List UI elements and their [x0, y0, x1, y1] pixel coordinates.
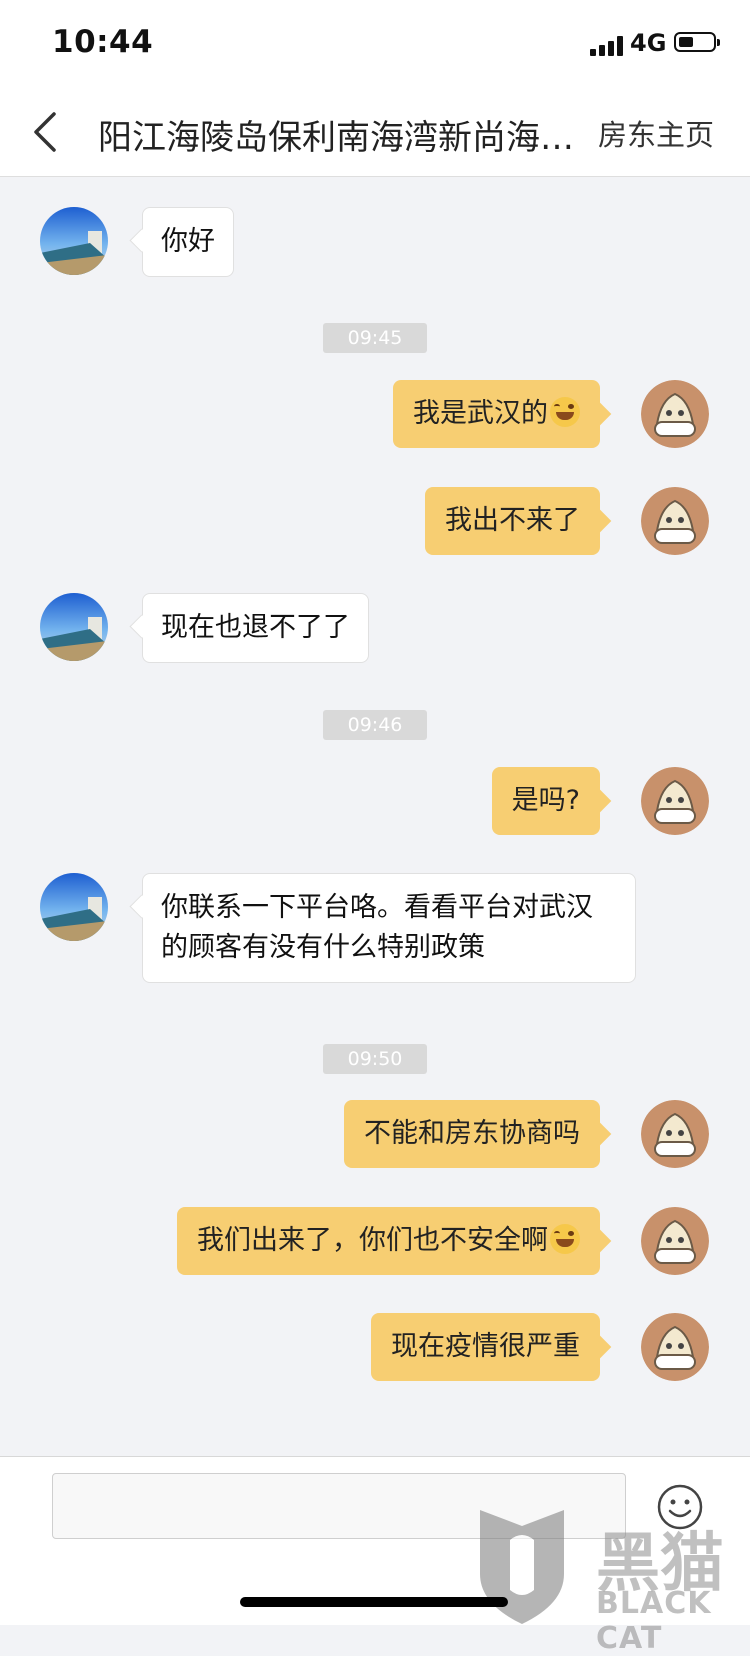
landlord-avatar[interactable] [40, 593, 108, 661]
avatar-image [641, 1100, 709, 1168]
timestamp: 09:46 [323, 710, 427, 740]
timestamp: 09:50 [323, 1044, 427, 1074]
avatar-image [641, 380, 709, 448]
face-with-tears-of-joy-icon [550, 1224, 580, 1254]
user-avatar[interactable] [641, 1100, 709, 1168]
message-text-line: 的顾客有没有什么特别政策 [161, 932, 485, 963]
avatar-image [641, 1313, 709, 1381]
user-avatar[interactable] [641, 487, 709, 555]
nav-bar: 阳江海陵岛保利南海湾新尚海… 房东主页 [0, 88, 750, 177]
avatar-image [40, 873, 108, 941]
message-bubble-outgoing: 我们出来了，你们也不安全啊 [177, 1207, 600, 1275]
message-bubble-outgoing: 我是武汉的 [393, 380, 600, 448]
user-avatar[interactable] [641, 380, 709, 448]
message-bubble-incoming: 现在也退不了了 [142, 593, 369, 663]
back-button[interactable] [26, 108, 70, 156]
message-text: 现在也退不了了 [161, 612, 350, 643]
message-bubble-incoming: 你好 [142, 207, 234, 277]
watermark-en: BLACK CAT [596, 1586, 712, 1656]
status-bar: 10:44 4G [0, 0, 750, 88]
message-text: 我们出来了，你们也不安全啊 [197, 1225, 548, 1256]
status-time: 10:44 [52, 24, 154, 60]
timestamp: 09:45 [323, 323, 427, 353]
landlord-homepage-link[interactable]: 房东主页 [598, 112, 714, 154]
message-text: 你好 [161, 226, 215, 257]
avatar-image [641, 1207, 709, 1275]
message-bubble-outgoing: 我出不来了 [425, 487, 600, 555]
home-indicator[interactable] [240, 1597, 508, 1607]
message-text: 我是武汉的 [413, 398, 548, 429]
message-text: 是吗? [511, 785, 580, 816]
signal-icon [590, 36, 628, 56]
avatar-image [40, 593, 108, 661]
user-avatar[interactable] [641, 1207, 709, 1275]
avatar-image [641, 767, 709, 835]
message-bubble-incoming: 你联系一下平台咯。看看平台对武汉 的顾客有没有什么特别政策 [142, 873, 636, 983]
landlord-avatar[interactable] [40, 873, 108, 941]
network-type: 4G [630, 29, 667, 57]
face-with-tears-of-joy-icon [550, 397, 580, 427]
chevron-left-icon [34, 112, 56, 152]
avatar-image [641, 487, 709, 555]
user-avatar[interactable] [641, 1313, 709, 1381]
message-text: 现在疫情很严重 [391, 1331, 580, 1362]
user-avatar[interactable] [641, 767, 709, 835]
message-text-line: 你联系一下平台咯。看看平台对武汉 [161, 892, 593, 923]
page-title: 阳江海陵岛保利南海湾新尚海… [98, 118, 574, 158]
message-text: 我出不来了 [445, 505, 580, 536]
message-text: 不能和房东协商吗 [364, 1118, 580, 1149]
landlord-avatar[interactable] [40, 207, 108, 275]
battery-icon [674, 32, 720, 52]
message-bubble-outgoing: 是吗? [491, 767, 600, 835]
message-bubble-outgoing: 现在疫情很严重 [371, 1313, 600, 1381]
avatar-image [40, 207, 108, 275]
message-bubble-outgoing: 不能和房东协商吗 [344, 1100, 600, 1168]
